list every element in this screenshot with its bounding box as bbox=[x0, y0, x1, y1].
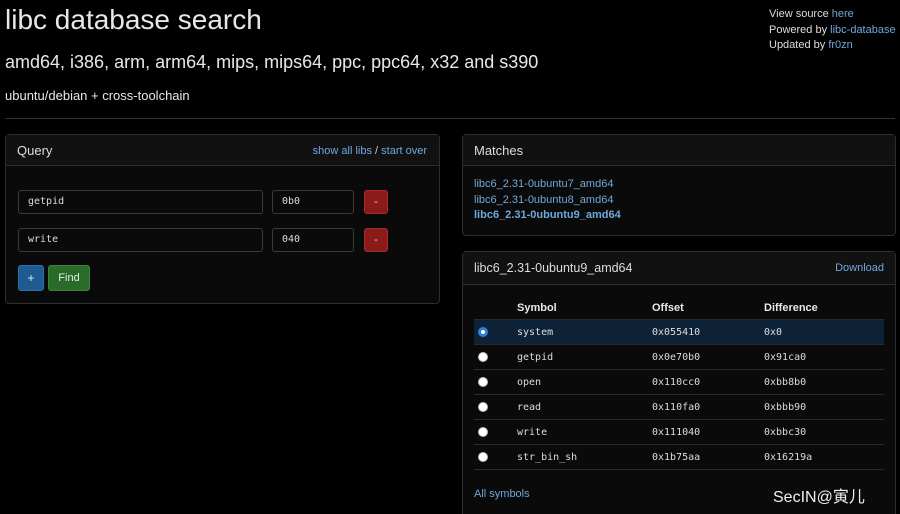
libc-database-link[interactable]: libc-database bbox=[830, 24, 895, 36]
radio-button[interactable] bbox=[478, 426, 488, 437]
symbol-cell: read bbox=[517, 394, 652, 420]
radio-button[interactable] bbox=[478, 351, 488, 362]
match-item[interactable]: libc6_2.31-0ubuntu7_amd64 bbox=[474, 177, 621, 193]
difference-cell: 0x0 bbox=[764, 319, 884, 345]
radio-cell bbox=[474, 419, 517, 445]
radio-cell bbox=[474, 344, 517, 370]
query-title: Query bbox=[17, 143, 53, 158]
symbol-input[interactable]: write bbox=[18, 228, 263, 252]
table-row[interactable]: system 0x055410 0x0 bbox=[474, 319, 884, 345]
matches-title: Matches bbox=[474, 143, 524, 158]
info-block: View source here Powered by libc-databas… bbox=[769, 7, 896, 54]
radio-column-header bbox=[474, 297, 517, 320]
symbol-cell: write bbox=[517, 419, 652, 445]
symbol-column-header: Symbol bbox=[517, 297, 652, 320]
table-row[interactable]: read 0x110fa0 0xbbb90 bbox=[474, 394, 884, 420]
difference-cell: 0xbbb90 bbox=[764, 394, 884, 420]
query-panel-header: Query show all libs / start over bbox=[6, 135, 439, 166]
libc-name-title: libc6_2.31-0ubuntu9_amd64 bbox=[474, 261, 633, 275]
show-all-libs-link[interactable]: show all libs bbox=[313, 145, 372, 157]
symbol-cell: str_bin_sh bbox=[517, 444, 652, 470]
view-source-text: View source bbox=[769, 8, 829, 20]
radio-button[interactable] bbox=[478, 376, 488, 387]
radio-button[interactable] bbox=[478, 451, 488, 462]
symbols-table: Symbol Offset Difference system 0x055410… bbox=[474, 297, 884, 470]
offset-cell: 0x1b75aa bbox=[652, 444, 764, 470]
matches-panel: Matches libc6_2.31-0ubuntu7_amd64 libc6_… bbox=[462, 134, 896, 236]
view-source-link[interactable]: here bbox=[832, 8, 854, 20]
header-divider bbox=[5, 118, 895, 119]
symbol-cell: getpid bbox=[517, 344, 652, 370]
updated-by-line: Updated by fr0zn bbox=[769, 38, 896, 54]
difference-cell: 0x16219a bbox=[764, 444, 884, 470]
symbol-cell: open bbox=[517, 369, 652, 395]
powered-by-line: Powered by libc-database bbox=[769, 23, 896, 39]
libc-detail-panel: libc6_2.31-0ubuntu9_amd64 Download Symbo… bbox=[462, 251, 896, 514]
link-separator: / bbox=[375, 145, 379, 157]
difference-cell: 0xbbc30 bbox=[764, 419, 884, 445]
remove-row-button[interactable]: - bbox=[364, 228, 388, 252]
table-row[interactable]: str_bin_sh 0x1b75aa 0x16219a bbox=[474, 444, 884, 470]
table-row[interactable]: write 0x111040 0xbbc30 bbox=[474, 419, 884, 445]
add-row-button[interactable]: + bbox=[18, 265, 44, 291]
matches-panel-header: Matches bbox=[463, 135, 895, 166]
page-title: libc database search bbox=[5, 4, 262, 35]
remove-row-button[interactable]: - bbox=[364, 190, 388, 214]
difference-cell: 0xbb8b0 bbox=[764, 369, 884, 395]
offset-cell: 0x0e70b0 bbox=[652, 344, 764, 370]
updated-by-text: Updated by bbox=[769, 39, 826, 51]
radio-cell bbox=[474, 394, 517, 420]
offset-cell: 0x110cc0 bbox=[652, 369, 764, 395]
architectures-subtitle: amd64, i386, arm, arm64, mips, mips64, p… bbox=[5, 52, 539, 72]
offset-cell: 0x110fa0 bbox=[652, 394, 764, 420]
offset-cell: 0x055410 bbox=[652, 319, 764, 345]
query-panel: Query show all libs / start over getpid … bbox=[5, 134, 440, 304]
match-item-selected[interactable]: libc6_2.31-0ubuntu9_amd64 bbox=[474, 208, 621, 224]
table-row[interactable]: getpid 0x0e70b0 0x91ca0 bbox=[474, 344, 884, 370]
powered-by-text: Powered by bbox=[769, 23, 828, 36]
difference-cell: 0x91ca0 bbox=[764, 344, 884, 370]
radio-button-selected[interactable] bbox=[478, 326, 488, 337]
offset-input[interactable]: 040 bbox=[272, 228, 354, 252]
sources-subtitle: ubuntu/debian + cross-toolchain bbox=[5, 88, 190, 103]
author-link[interactable]: fr0zn bbox=[828, 39, 852, 51]
download-link[interactable]: Download bbox=[835, 262, 884, 274]
symbol-input[interactable]: getpid bbox=[18, 190, 263, 214]
watermark: SecIN@寅儿 bbox=[773, 489, 865, 506]
match-item[interactable]: libc6_2.31-0ubuntu8_amd64 bbox=[474, 193, 621, 209]
all-symbols-link[interactable]: All symbols bbox=[474, 488, 530, 500]
radio-button[interactable] bbox=[478, 401, 488, 412]
matches-list: libc6_2.31-0ubuntu7_amd64 libc6_2.31-0ub… bbox=[474, 177, 621, 224]
view-source-line: View source here bbox=[769, 7, 896, 23]
radio-cell bbox=[474, 369, 517, 395]
offset-column-header: Offset bbox=[652, 297, 764, 320]
table-header-row: Symbol Offset Difference bbox=[474, 297, 884, 320]
find-button[interactable]: Find bbox=[48, 265, 90, 291]
offset-cell: 0x111040 bbox=[652, 419, 764, 445]
offset-input[interactable]: 0b0 bbox=[272, 190, 354, 214]
libc-detail-header: libc6_2.31-0ubuntu9_amd64 Download bbox=[463, 252, 895, 285]
start-over-link[interactable]: start over bbox=[381, 145, 427, 157]
radio-cell bbox=[474, 319, 517, 345]
table-row[interactable]: open 0x110cc0 0xbb8b0 bbox=[474, 369, 884, 395]
radio-cell bbox=[474, 444, 517, 470]
query-links: show all libs / start over bbox=[313, 145, 427, 157]
symbol-cell: system bbox=[517, 319, 652, 345]
difference-column-header: Difference bbox=[764, 297, 884, 320]
